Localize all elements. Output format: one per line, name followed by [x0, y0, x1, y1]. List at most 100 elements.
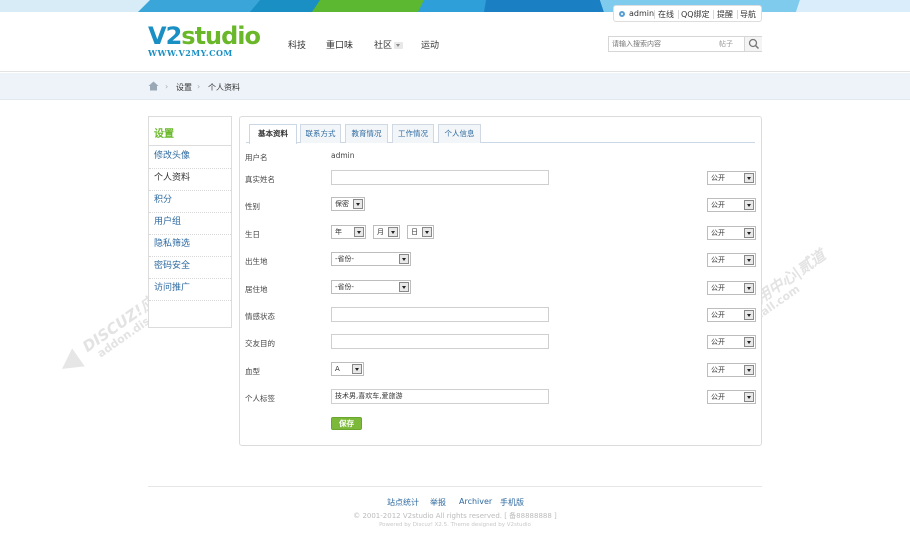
- nav-item-tech[interactable]: 科技: [288, 38, 306, 51]
- nav-item-sports[interactable]: 运动: [421, 38, 439, 51]
- breadcrumb-profile: 个人资料: [208, 83, 240, 92]
- privacy-value: 公开: [711, 174, 725, 182]
- breadcrumb-settings[interactable]: 设置: [176, 82, 192, 93]
- qq-bind-link[interactable]: QQ绑定: [681, 9, 710, 20]
- birthplace-value: -省份-: [335, 255, 355, 263]
- sidebar-item-privacy[interactable]: 隐私筛选: [149, 235, 231, 257]
- birthplace-label: 出生地: [245, 257, 268, 266]
- privacy-select[interactable]: 公开: [707, 253, 756, 267]
- chevron-down-icon: [422, 227, 432, 237]
- nav-item-community[interactable]: 社区: [374, 38, 404, 51]
- privacy-value: 公开: [711, 393, 725, 401]
- save-button[interactable]: 保存: [331, 417, 362, 430]
- realname-label: 真实姓名: [245, 175, 275, 184]
- privacy-select[interactable]: 公开: [707, 198, 756, 212]
- privacy-select[interactable]: 公开: [707, 281, 756, 295]
- chevron-down-icon: [744, 228, 754, 238]
- chevron-down-icon: [352, 364, 362, 374]
- footer-report-link[interactable]: 举报: [430, 497, 446, 508]
- privacy-value: 公开: [711, 366, 725, 374]
- header-color-band: [0, 0, 910, 12]
- bloodtype-select[interactable]: A: [331, 362, 364, 376]
- privacy-value: 公开: [711, 311, 725, 319]
- birth-year-select[interactable]: 年: [331, 225, 366, 239]
- site-logo[interactable]: V2studio WWW.V2MY.COM: [148, 22, 261, 62]
- gender-select[interactable]: 保密: [331, 197, 365, 211]
- chevron-down-icon: [744, 283, 754, 293]
- tab-education[interactable]: 教育情况: [345, 124, 388, 143]
- birth-day-select[interactable]: 日: [407, 225, 434, 239]
- gender-label: 性别: [245, 202, 260, 211]
- chevron-down-icon: [388, 227, 398, 237]
- privacy-select[interactable]: 公开: [707, 171, 756, 185]
- chevron-down-icon: [354, 227, 364, 237]
- chevron-down-icon: [744, 337, 754, 347]
- lookingfor-field[interactable]: [331, 334, 549, 349]
- chevron-down-icon: [399, 254, 409, 264]
- privacy-value: 公开: [711, 201, 725, 209]
- privacy-value: 公开: [711, 338, 725, 346]
- realname-field[interactable]: [331, 170, 549, 185]
- search-scope[interactable]: 帖子: [719, 39, 733, 49]
- tab-personal[interactable]: 个人信息: [438, 124, 481, 143]
- username-link[interactable]: admin: [629, 9, 654, 18]
- sidebar-item-usergroup[interactable]: 用户组: [149, 213, 231, 235]
- privacy-select[interactable]: 公开: [707, 363, 756, 377]
- affective-field[interactable]: [331, 307, 549, 322]
- residence-select[interactable]: -省份-: [331, 280, 411, 294]
- site-header: V2studio WWW.V2MY.COM 科技 重口味 社区 运动 admin…: [0, 0, 910, 72]
- home-icon[interactable]: [148, 81, 159, 91]
- privacy-value: 公开: [711, 229, 725, 237]
- copyright: © 2001-2012 V2studio All rights reserved…: [353, 512, 557, 520]
- tags-field[interactable]: 技术男,喜欢车,爱旅游: [331, 389, 549, 404]
- nav-community-label: 社区: [374, 41, 393, 51]
- search-button[interactable]: [744, 37, 762, 51]
- chevron-down-icon: [744, 365, 754, 375]
- sidebar-item-credits[interactable]: 积分: [149, 191, 231, 213]
- sidebar-item-promotion[interactable]: 访问推广: [149, 279, 231, 301]
- username-value: admin: [331, 151, 355, 160]
- birthday-label: 生日: [245, 230, 260, 239]
- footer-mobile-link[interactable]: 手机版: [500, 497, 524, 508]
- user-bar: admin 在线 QQ绑定 提醒 导航: [613, 5, 762, 22]
- footer-stats-link[interactable]: 站点统计: [387, 497, 419, 508]
- logo-text: V2studio: [148, 22, 261, 50]
- chevron-down-icon: [744, 392, 754, 402]
- search-input[interactable]: [609, 37, 717, 51]
- sidebar-item-profile[interactable]: 个人资料: [149, 169, 231, 191]
- profile-panel: 基本资料 联系方式 教育情况 工作情况 个人信息 用户名 admin 真实姓名 …: [239, 116, 762, 446]
- chevron-down-icon: [744, 173, 754, 183]
- privacy-select[interactable]: 公开: [707, 308, 756, 322]
- tab-work[interactable]: 工作情况: [392, 124, 434, 143]
- chevron-down-icon: [744, 255, 754, 265]
- sidebar-item-avatar[interactable]: 修改头像: [149, 147, 231, 169]
- username-label: 用户名: [245, 153, 268, 162]
- footer-divider: [148, 486, 762, 487]
- footer-archiver-link[interactable]: Archiver: [459, 497, 492, 506]
- bloodtype-label: 血型: [245, 367, 260, 376]
- notify-link[interactable]: 提醒: [717, 9, 733, 20]
- settings-sidebar: 设置 修改头像 个人资料 积分 用户组 隐私筛选 密码安全 访问推广: [148, 116, 232, 328]
- chevron-right-icon: ›: [197, 82, 201, 91]
- tab-contact[interactable]: 联系方式: [300, 124, 341, 143]
- privacy-select[interactable]: 公开: [707, 390, 756, 404]
- tab-basic[interactable]: 基本资料: [249, 124, 297, 144]
- birthplace-select[interactable]: -省份-: [331, 252, 411, 266]
- search-icon: [748, 38, 760, 50]
- navigation-link[interactable]: 导航: [740, 9, 756, 20]
- privacy-value: 公开: [711, 284, 725, 292]
- divider: [737, 10, 738, 19]
- breadcrumb-bar: › 设置 › 个人资料: [0, 73, 910, 100]
- nav-item-heavy[interactable]: 重口味: [326, 38, 353, 51]
- gender-value: 保密: [335, 200, 349, 208]
- online-link[interactable]: 在线: [658, 9, 674, 20]
- bloodtype-value: A: [335, 365, 340, 373]
- birth-month-select[interactable]: 月: [373, 225, 400, 239]
- lookingfor-label: 交友目的: [245, 339, 275, 348]
- privacy-select[interactable]: 公开: [707, 335, 756, 349]
- sidebar-item-password[interactable]: 密码安全: [149, 257, 231, 279]
- chevron-down-icon: [744, 310, 754, 320]
- chevron-down-icon: [353, 199, 363, 209]
- privacy-select[interactable]: 公开: [707, 226, 756, 240]
- chevron-down-icon: [399, 282, 409, 292]
